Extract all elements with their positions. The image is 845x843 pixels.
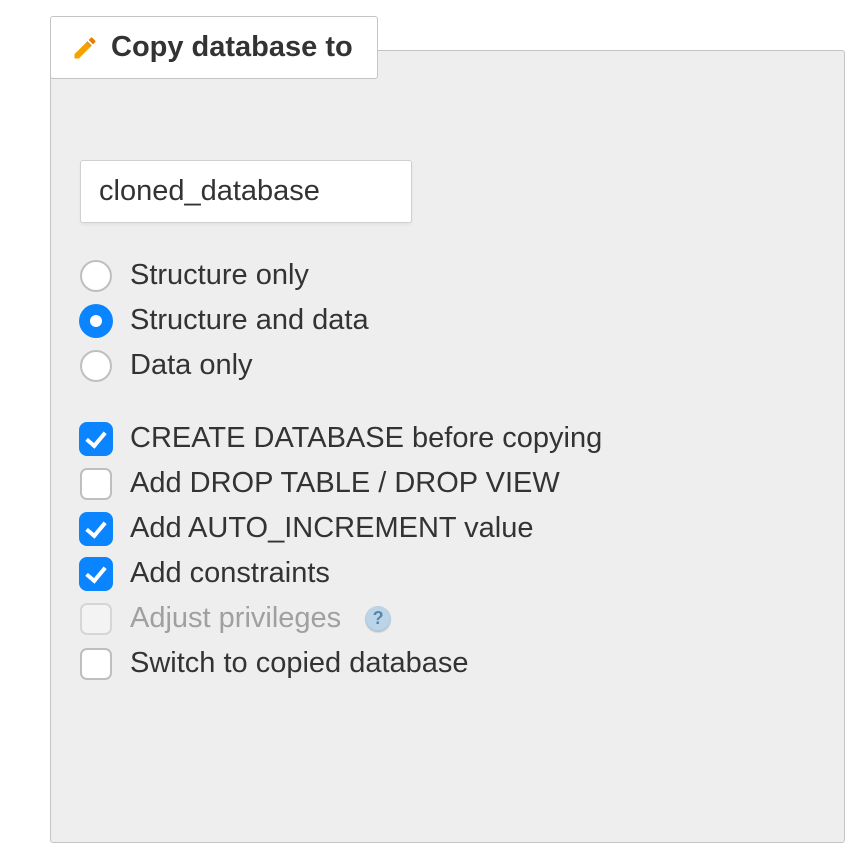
radio-label-structure-only[interactable]: Structure only <box>130 259 309 292</box>
checkbox-row-create-db: CREATE DATABASE before copying <box>80 422 815 455</box>
radio-row-structure-only: Structure only <box>80 259 815 292</box>
radio-structure-and-data[interactable] <box>80 305 112 337</box>
checkbox-row-adjust-privileges: Adjust privileges ? <box>80 602 815 635</box>
checkbox-label-create-db[interactable]: CREATE DATABASE before copying <box>130 422 602 455</box>
checkbox-label-adjust-privileges: Adjust privileges <box>130 602 341 635</box>
radio-data-only[interactable] <box>80 350 112 382</box>
checkbox-create-db[interactable] <box>80 423 112 455</box>
radio-label-data-only[interactable]: Data only <box>130 349 253 382</box>
checkbox-switch-to-copied[interactable] <box>80 648 112 680</box>
panel-tab: Copy database to <box>50 16 378 79</box>
panel-title: Copy database to <box>111 31 353 64</box>
pencil-icon <box>71 34 99 62</box>
checkbox-row-constraints: Add constraints <box>80 557 815 590</box>
checkbox-constraints[interactable] <box>80 558 112 590</box>
checkbox-drop-table[interactable] <box>80 468 112 500</box>
radio-row-structure-and-data: Structure and data <box>80 304 815 337</box>
checkbox-row-drop-table: Add DROP TABLE / DROP VIEW <box>80 467 815 500</box>
checkbox-adjust-privileges <box>80 603 112 635</box>
radio-label-structure-and-data[interactable]: Structure and data <box>130 304 369 337</box>
checkbox-label-switch-to-copied[interactable]: Switch to copied database <box>130 647 469 680</box>
help-icon[interactable]: ? <box>365 606 391 632</box>
checkbox-row-switch-to-copied: Switch to copied database <box>80 647 815 680</box>
checkbox-label-auto-increment[interactable]: Add AUTO_INCREMENT value <box>130 512 533 545</box>
target-name-wrapper <box>80 160 412 223</box>
checkbox-label-constraints[interactable]: Add constraints <box>130 557 330 590</box>
checkbox-row-auto-increment: Add AUTO_INCREMENT value <box>80 512 815 545</box>
radio-structure-only[interactable] <box>80 260 112 292</box>
checkbox-auto-increment[interactable] <box>80 513 112 545</box>
target-database-input[interactable] <box>81 161 411 222</box>
radio-row-data-only: Data only <box>80 349 815 382</box>
checkbox-label-drop-table[interactable]: Add DROP TABLE / DROP VIEW <box>130 467 560 500</box>
